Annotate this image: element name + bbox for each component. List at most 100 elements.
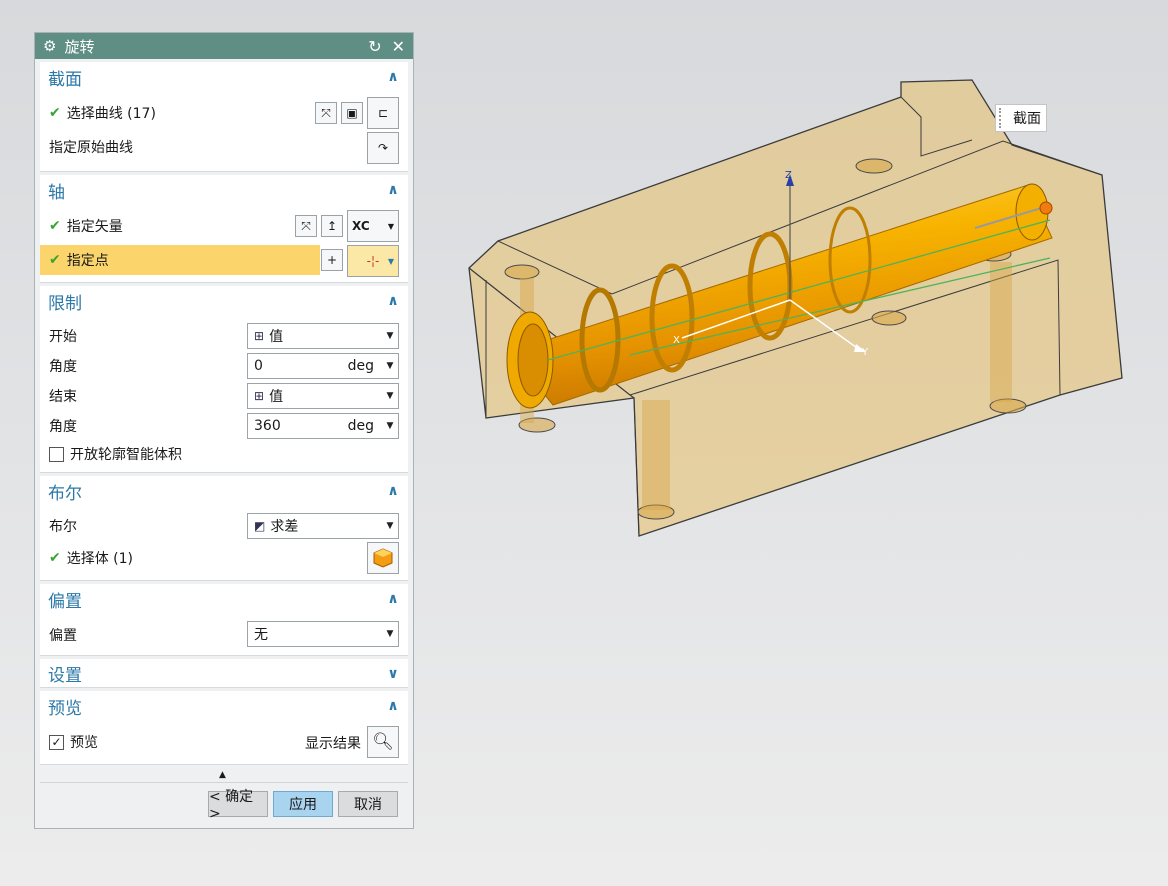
curve-select-icon[interactable]: ⊏ bbox=[367, 97, 399, 129]
axis-group-title: 轴 bbox=[48, 182, 65, 203]
origin-curve-label: 指定原始曲线 bbox=[49, 140, 133, 156]
end-type-value: 值 bbox=[269, 389, 284, 405]
origin-curve-row[interactable]: 指定原始曲线 bbox=[40, 132, 408, 162]
reset-icon[interactable]: ↻ bbox=[368, 37, 381, 56]
caret-down-icon: ▼ bbox=[387, 256, 394, 266]
boolean-group-header[interactable]: 布尔 ∧ bbox=[40, 476, 408, 506]
limits-group-header[interactable]: 限制 ∧ bbox=[40, 286, 408, 316]
point-dialog-icon[interactable]: + bbox=[321, 249, 343, 271]
show-result-label: 显示结果 bbox=[305, 736, 361, 752]
section-group-title: 截面 bbox=[48, 69, 82, 90]
divider bbox=[40, 782, 408, 783]
reverse-direction-icon[interactable]: ⤧ bbox=[295, 215, 317, 237]
caret-down-icon: ▼ bbox=[386, 629, 394, 639]
offset-group-title: 偏置 bbox=[48, 591, 82, 612]
offset-select[interactable]: 无 ▼ bbox=[247, 621, 399, 647]
axis-group-header[interactable]: 轴 ∧ bbox=[40, 175, 408, 205]
caret-down-icon: ▼ bbox=[387, 221, 394, 231]
specify-vector-label: 指定矢量 bbox=[66, 219, 123, 235]
section-group-header[interactable]: 截面 ∧ bbox=[40, 62, 408, 92]
open-profile-checkbox[interactable] bbox=[49, 446, 64, 462]
x-axis-label: X bbox=[673, 335, 680, 346]
z-axis-label: Z bbox=[785, 170, 792, 181]
caret-down-icon[interactable]: ▼ bbox=[382, 361, 398, 371]
cancel-button[interactable]: 取消 bbox=[338, 791, 398, 817]
start-angle-value[interactable]: 0 bbox=[254, 358, 348, 374]
offset-group: 偏置 ∧ 偏置 无 ▼ bbox=[40, 584, 408, 656]
chevron-up-icon[interactable]: ∧ bbox=[386, 293, 400, 309]
chevron-up-icon[interactable]: ∧ bbox=[386, 483, 400, 499]
vector-type-value: XC bbox=[352, 219, 370, 233]
chevron-up-icon[interactable]: ∧ bbox=[386, 698, 400, 714]
boolean-value: 求差 bbox=[270, 519, 299, 535]
preview-group-header[interactable]: 预览 ∧ bbox=[40, 691, 408, 721]
vector-type-dropdown[interactable]: XC ▼ bbox=[347, 210, 399, 242]
show-result-button[interactable]: 🔍︎ bbox=[367, 726, 399, 758]
offset-value: 无 bbox=[254, 627, 268, 643]
solid-body-icon[interactable] bbox=[367, 542, 399, 574]
caret-down-icon[interactable]: ▼ bbox=[382, 421, 398, 431]
vector-dialog-icon[interactable]: ↥ bbox=[321, 215, 343, 237]
close-icon[interactable]: ✕ bbox=[392, 37, 405, 56]
curve-rule-icon[interactable]: ⤧ bbox=[315, 102, 337, 124]
boolean-select[interactable]: ◩ 求差 ▼ bbox=[247, 513, 399, 539]
tooltip-grip[interactable] bbox=[999, 108, 1005, 128]
section-tooltip-label: 截面 bbox=[1013, 111, 1041, 127]
check-icon: ✔ bbox=[49, 218, 61, 234]
origin-curve-icon[interactable]: ↷ bbox=[367, 132, 399, 164]
limits-group-title: 限制 bbox=[48, 293, 82, 314]
boolean-group: 布尔 ∧ 布尔 ◩ 求差 ▼ ✔ 选择体 (1) bbox=[40, 476, 408, 581]
specify-point-label: 指定点 bbox=[66, 253, 109, 269]
dialog-titlebar[interactable]: ⚙ 旋转 ↻ ✕ bbox=[35, 33, 413, 59]
end-angle-unit: deg bbox=[347, 418, 374, 434]
specify-point-row[interactable]: ✔ 指定点 bbox=[40, 245, 320, 275]
start-label: 开始 bbox=[49, 329, 77, 345]
check-icon: ✔ bbox=[49, 105, 61, 121]
end-angle-input[interactable]: 360 deg ▼ bbox=[247, 413, 399, 439]
select-body-label: 选择体 (1) bbox=[66, 551, 134, 567]
preview-checkbox[interactable]: ✓ bbox=[49, 734, 64, 750]
dialog-title: 旋转 bbox=[64, 37, 95, 56]
offset-label: 偏置 bbox=[49, 628, 77, 644]
settings-group-header[interactable]: 设置 ∨ bbox=[40, 659, 408, 688]
preview-group-title: 预览 bbox=[48, 698, 82, 719]
caret-down-icon: ▼ bbox=[386, 331, 394, 341]
start-angle-label: 角度 bbox=[49, 359, 77, 375]
chevron-up-icon[interactable]: ∧ bbox=[386, 69, 400, 85]
ok-button[interactable]: < 确定 > bbox=[208, 789, 268, 822]
section-tooltip: 截面 bbox=[995, 104, 1047, 132]
open-profile-label: 开放轮廓智能体积 bbox=[70, 447, 182, 463]
sketch-section-icon[interactable]: ▣ bbox=[341, 102, 363, 124]
start-angle-input[interactable]: 0 deg ▼ bbox=[247, 353, 399, 379]
start-angle-unit: deg bbox=[347, 358, 374, 374]
y-axis-label: Y bbox=[861, 347, 869, 358]
check-icon: ✔ bbox=[49, 550, 61, 566]
boolean-label: 布尔 bbox=[49, 519, 77, 535]
value-type-icon: ⊞ bbox=[254, 389, 265, 403]
value-type-icon: ⊞ bbox=[254, 329, 265, 343]
end-angle-value[interactable]: 360 bbox=[254, 418, 348, 434]
start-type-select[interactable]: ⊞ 值 ▼ bbox=[247, 323, 399, 349]
boolean-group-title: 布尔 bbox=[48, 483, 82, 504]
section-group: 截面 ∧ ✔ 选择曲线 (17) ⤧ ▣ ⊏ 指定原始曲线 ↷ bbox=[40, 62, 408, 172]
open-profile-row[interactable]: 开放轮廓智能体积 bbox=[40, 439, 408, 469]
point-type-dropdown[interactable]: -¦- ▼ bbox=[347, 245, 399, 277]
magnifier-icon: 🔍︎ bbox=[372, 732, 394, 752]
chevron-up-icon[interactable]: ∧ bbox=[386, 182, 400, 198]
check-icon: ✔ bbox=[49, 252, 61, 268]
chevron-down-icon[interactable]: ∨ bbox=[386, 666, 400, 682]
settings-group: 设置 ∨ bbox=[40, 659, 408, 688]
start-type-value: 值 bbox=[269, 329, 284, 345]
cube-icon bbox=[373, 548, 393, 568]
chevron-up-icon[interactable]: ∧ bbox=[386, 591, 400, 607]
end-type-select[interactable]: ⊞ 值 ▼ bbox=[247, 383, 399, 409]
select-curve-label: 选择曲线 (17) bbox=[66, 106, 156, 122]
caret-down-icon: ▼ bbox=[386, 391, 394, 401]
gear-icon: ⚙ bbox=[43, 37, 57, 55]
caret-down-icon: ▼ bbox=[386, 521, 394, 531]
collapse-arrow-icon[interactable]: ▲ bbox=[219, 770, 226, 780]
apply-button[interactable]: 应用 bbox=[273, 791, 333, 817]
select-body-row[interactable]: ✔ 选择体 (1) bbox=[40, 543, 408, 573]
point-crosshair-icon: -¦- bbox=[366, 254, 380, 268]
offset-group-header[interactable]: 偏置 ∧ bbox=[40, 584, 408, 614]
